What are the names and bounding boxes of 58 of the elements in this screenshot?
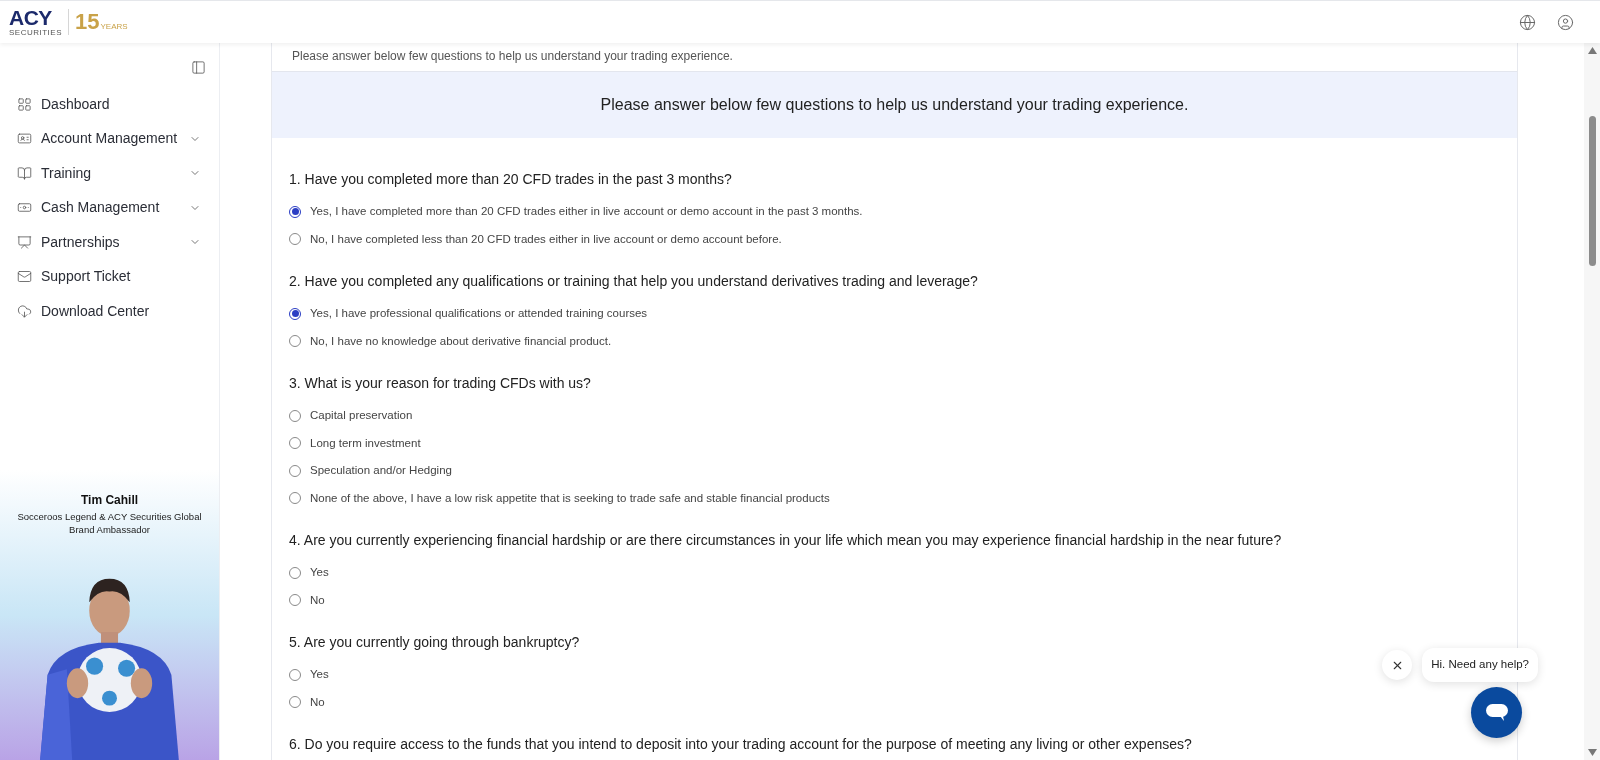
radio-option[interactable]: Yes, I have professional qualifications or attended training courses bbox=[289, 300, 648, 328]
sidebar-item[interactable]: Dashboard bbox=[0, 87, 219, 122]
chat-bubble: Hi. Need any help? bbox=[1422, 648, 1538, 682]
radio-option[interactable]: Speculation and/or Hedging bbox=[289, 457, 452, 485]
scroll-down-icon[interactable] bbox=[1587, 749, 1597, 756]
anniversary-number: 15 bbox=[75, 11, 100, 33]
question-text: 2. Have you completed any qualifications or training that help you understand derivatives trading and leverage? bbox=[289, 271, 979, 291]
question-text: 3. What is your reason for trading CFDs with us? bbox=[289, 373, 592, 393]
radio-option[interactable]: Yes, I have completed more than 20 CFD trades either in live account or demo account in the past 3 months. bbox=[289, 198, 863, 226]
id-card-icon bbox=[17, 131, 32, 147]
scrollbar-thumb[interactable] bbox=[1588, 116, 1596, 266]
sidebar-item[interactable]: Download Center bbox=[0, 294, 219, 329]
presentation-board-icon bbox=[17, 234, 32, 250]
radio-button[interactable] bbox=[289, 437, 301, 450]
radio-option[interactable]: Long term investment bbox=[289, 429, 421, 457]
radio-button[interactable] bbox=[289, 492, 301, 505]
user-icon[interactable] bbox=[1557, 13, 1574, 31]
sidebar-item[interactable]: Account Management bbox=[0, 121, 219, 156]
intro-text: Please answer below few questions to help us understand your trading experience. bbox=[292, 48, 733, 65]
logo-tagline: SECURITIES bbox=[9, 28, 62, 37]
question-text: 4. Are you currently experiencing financial hardship or are there circumstances in your life which mean you may experience financial hardship in the near future? bbox=[289, 530, 1283, 550]
question-text: 6. Do you require access to the funds that you intend to deposit into your trading account for the purpose of meeting any living or other expenses? bbox=[289, 734, 1193, 754]
question-text: 1. Have you completed more than 20 CFD trades in the past 3 months? bbox=[289, 169, 733, 189]
banner-text: Please answer below few questions to help us understand your trading experience. bbox=[600, 95, 1189, 115]
cloud-download-icon bbox=[17, 303, 32, 319]
chat-icon bbox=[1485, 703, 1508, 722]
ambassador-name: Tim Cahill bbox=[80, 492, 139, 509]
radio-button[interactable] bbox=[289, 668, 301, 681]
globe-icon[interactable] bbox=[1519, 13, 1536, 31]
ambassador-title: Socceroos Legend & ACY Securities Global Brand Ambassador bbox=[16, 510, 203, 536]
scroll-up-icon[interactable] bbox=[1587, 47, 1597, 54]
sidebar-item[interactable]: Training bbox=[0, 156, 219, 191]
logo-wordmark: ACY bbox=[9, 7, 52, 28]
radio-button[interactable] bbox=[289, 335, 301, 348]
radio-option[interactable]: Yes bbox=[289, 559, 329, 587]
radio-option[interactable]: Yes bbox=[289, 661, 329, 689]
radio-button[interactable] bbox=[289, 409, 301, 422]
sidebar-item[interactable]: Support Ticket bbox=[0, 259, 219, 294]
envelope-icon bbox=[17, 269, 32, 285]
radio-option[interactable]: None of the above, I have a low risk appetite that is seeking to trade safe and stable financial products bbox=[289, 484, 830, 512]
book-icon bbox=[17, 165, 32, 181]
radio-option[interactable]: No, I have completed less than 20 CFD trades either in live account or demo account before. bbox=[289, 225, 782, 253]
collapse-sidebar-icon[interactable] bbox=[191, 60, 206, 75]
radio-option[interactable]: No bbox=[289, 688, 325, 716]
scrollbar[interactable] bbox=[1584, 43, 1600, 760]
radio-option[interactable]: Capital preservation bbox=[289, 402, 413, 430]
radio-option[interactable]: No bbox=[289, 586, 325, 614]
question-text: 5. Are you currently going through bankruptcy? bbox=[289, 632, 581, 652]
sidebar-item[interactable]: Cash Management bbox=[0, 190, 219, 225]
radio-button[interactable] bbox=[289, 233, 301, 246]
radio-button[interactable] bbox=[289, 594, 301, 607]
anniversary-caption: YEARS bbox=[100, 22, 128, 31]
sidebar-item[interactable]: Partnerships bbox=[0, 225, 219, 260]
radio-option[interactable]: No, I have no knowledge about derivative financial product. bbox=[289, 327, 612, 355]
radio-button[interactable] bbox=[289, 566, 301, 579]
radio-button[interactable] bbox=[289, 464, 301, 477]
radio-button[interactable] bbox=[289, 696, 301, 709]
grid-icon bbox=[17, 96, 32, 112]
